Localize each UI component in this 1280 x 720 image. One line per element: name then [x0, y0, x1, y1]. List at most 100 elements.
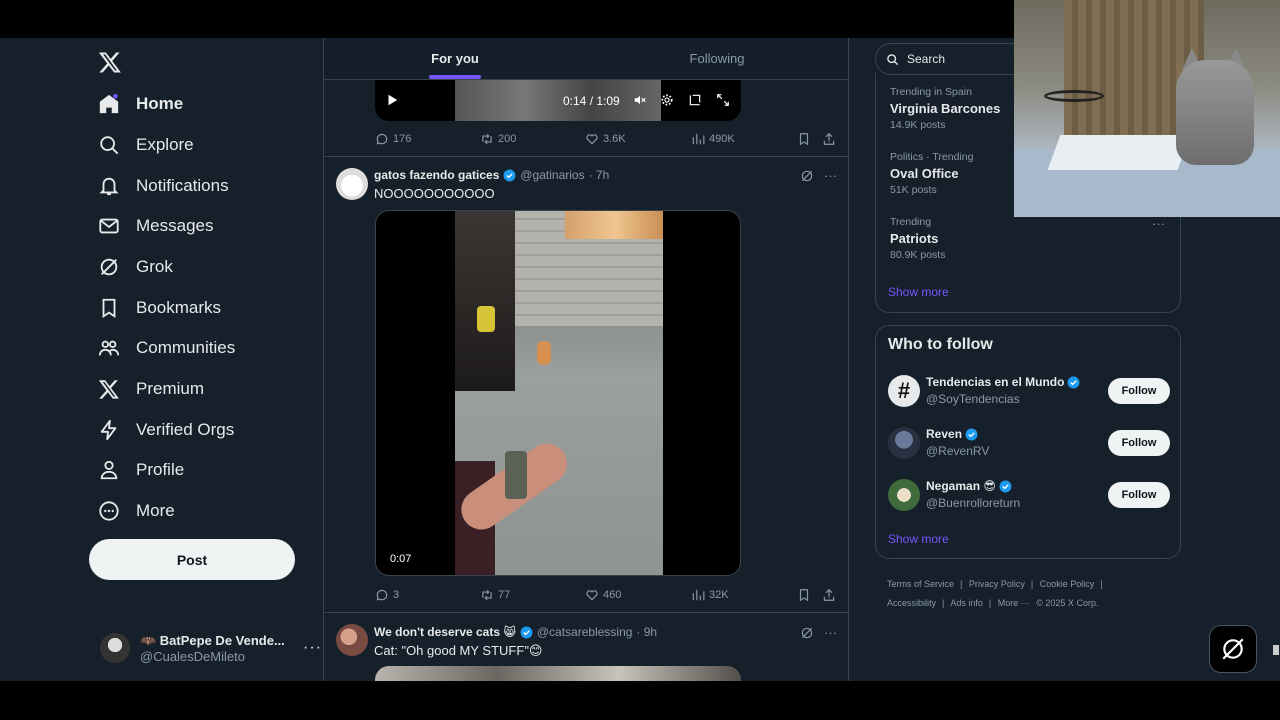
communities-icon [98, 340, 120, 356]
footer-link[interactable]: Cookie Policy [1040, 579, 1095, 589]
play-icon[interactable] [385, 93, 399, 107]
reply-button[interactable]: 3 [375, 588, 399, 602]
video-player[interactable]: 0:14 / 1:09 [375, 80, 741, 121]
repost-button[interactable]: 77 [480, 588, 510, 602]
trend-meta: Trending in Spain [890, 86, 972, 98]
bookmark-button[interactable] [797, 132, 811, 146]
nav-label-more: More [136, 501, 175, 520]
repost-button[interactable]: 200 [480, 132, 516, 146]
like-button[interactable]: 3.6K [585, 132, 626, 146]
nav-more[interactable]: More [88, 491, 175, 531]
footer-link[interactable]: Privacy Policy [969, 579, 1025, 589]
nav-home[interactable]: Home [88, 84, 183, 124]
avatar [888, 479, 920, 511]
nav-notifications[interactable]: Notifications [88, 166, 229, 206]
repost-count: 77 [498, 589, 511, 601]
trend-item[interactable]: Trending Patriots 80.9K posts [890, 216, 945, 261]
grok-icon[interactable] [800, 169, 814, 183]
nav-label-home: Home [136, 94, 184, 113]
trend-count: 14.9K posts [890, 119, 946, 131]
verified-badge-icon [965, 428, 978, 440]
footer-link[interactable]: Terms of Service [887, 579, 954, 589]
grok-icon[interactable] [800, 626, 814, 640]
post-time[interactable]: · 7h [589, 168, 610, 182]
trends-show-more[interactable]: Show more [888, 285, 949, 299]
follow-suggestion[interactable]: Negaman 😎 @Buenrolloreturn Follow [888, 477, 1170, 513]
footer-link[interactable]: Ads info [950, 598, 983, 608]
trend-item[interactable]: Politics · Trending Oval Office 51K post… [890, 151, 973, 196]
footer-link[interactable]: More ··· [998, 598, 1030, 608]
more-icon[interactable]: ··· [824, 168, 837, 183]
tweet-actions: 3 77 460 32K [375, 585, 840, 605]
search-icon [887, 53, 899, 65]
video-frame [455, 80, 661, 121]
post-time[interactable]: · 9h [636, 625, 657, 639]
divider [324, 612, 848, 613]
nav-bookmarks[interactable]: Bookmarks [88, 288, 221, 328]
bookmark-icon [799, 589, 809, 602]
account-switcher[interactable]: 🦇 BatPepe De Vende... @CualesDeMileto ··… [100, 628, 322, 668]
more-icon[interactable]: ··· [824, 625, 837, 640]
nav-grok[interactable]: Grok [88, 247, 173, 287]
author-handle[interactable]: @catsareblessing [537, 625, 633, 639]
who-to-follow-show-more[interactable]: Show more [888, 532, 949, 546]
bookmark-icon [102, 298, 116, 318]
avatar[interactable] [336, 624, 368, 656]
bottom-black-bar [0, 681, 1280, 720]
repost-icon [482, 589, 492, 601]
x-logo-icon[interactable] [98, 50, 122, 74]
tweet-media[interactable] [375, 666, 741, 681]
share-icon [823, 132, 835, 145]
tab-for-you[interactable]: For you [324, 38, 586, 79]
views-button[interactable]: 32K [691, 588, 729, 602]
avatar[interactable] [336, 168, 368, 200]
video-player[interactable]: 0:07 [375, 210, 741, 576]
suggestion-handle: @RevenRV [926, 444, 990, 458]
tweet-header: gatos fazendo gatices @gatinarios · 7h [374, 168, 609, 182]
timeline-tabs: For you Following [324, 38, 848, 80]
share-button[interactable] [822, 132, 836, 146]
footer-link[interactable]: Accessibility [887, 598, 936, 608]
follow-button[interactable]: Follow [1108, 482, 1170, 508]
tweet-actions: 176 200 3.6K 490K [375, 129, 840, 149]
author-name[interactable]: gatos fazendo gatices [374, 168, 499, 182]
account-handle: @CualesDeMileto [140, 648, 245, 664]
nav-explore[interactable]: Explore [88, 125, 194, 165]
nav-communities[interactable]: Communities [88, 328, 235, 368]
home-icon [99, 93, 119, 114]
settings-icon[interactable] [660, 93, 674, 107]
nav-verified-orgs[interactable]: Verified Orgs [88, 410, 234, 450]
fullscreen-icon[interactable] [716, 93, 730, 107]
suggestion-handle: @SoyTendencias [926, 392, 1020, 406]
tab-following[interactable]: Following [586, 38, 848, 79]
nav-label-messages: Messages [136, 216, 214, 235]
suggestion-name: Reven [926, 427, 963, 441]
follow-suggestion[interactable]: Reven @RevenRV Follow [888, 425, 1170, 461]
timeline: For you Following 0:14 / 1:09 176 200 3.… [323, 38, 849, 681]
author-handle[interactable]: @gatinarios [520, 168, 584, 182]
mute-icon[interactable] [633, 93, 647, 107]
more-circle-icon [99, 501, 119, 521]
more-icon[interactable]: ··· [303, 639, 322, 657]
more-icon[interactable]: ··· [1152, 216, 1165, 231]
follow-button[interactable]: Follow [1108, 378, 1170, 404]
share-button[interactable] [822, 588, 836, 602]
view-count: 490K [709, 133, 735, 145]
nav-messages[interactable]: Messages [88, 206, 213, 246]
trend-item[interactable]: Trending in Spain Virginia Barcones 14.9… [890, 86, 1000, 131]
grok-icon [100, 258, 118, 276]
author-name[interactable]: We don't deserve cats 😸 [374, 625, 516, 639]
like-button[interactable]: 460 [585, 588, 621, 602]
views-button[interactable]: 490K [691, 132, 735, 146]
follow-button[interactable]: Follow [1108, 430, 1170, 456]
bookmark-button[interactable] [797, 588, 811, 602]
pip-icon[interactable] [688, 93, 702, 107]
follow-suggestion[interactable]: # Tendencias en el Mundo @SoyTendencias … [888, 373, 1170, 409]
nav-profile[interactable]: Profile [88, 450, 184, 490]
scrollbar-handle[interactable] [1273, 645, 1279, 655]
nav-label-profile: Profile [136, 460, 185, 479]
post-button[interactable]: Post [89, 539, 295, 580]
nav-premium[interactable]: Premium [88, 369, 204, 409]
reply-button[interactable]: 176 [375, 132, 411, 146]
grok-floating-button[interactable] [1209, 625, 1257, 673]
